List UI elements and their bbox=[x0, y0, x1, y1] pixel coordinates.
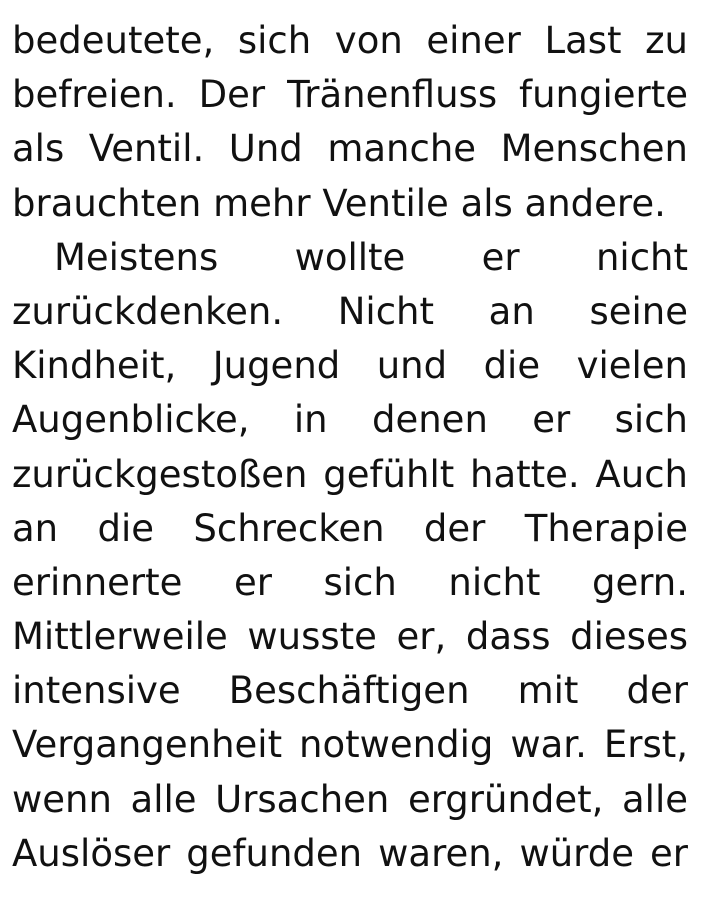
text-line: Augenblicke, in denen er sich bbox=[12, 398, 688, 442]
text-line: wenn alle Ursachen ergründet, alle bbox=[12, 777, 688, 821]
reading-page: bedeutete, sich von einer Last zu befrei… bbox=[12, 14, 688, 881]
paragraph-2: Meistens wollte er nicht zurückdenken. N… bbox=[12, 231, 688, 881]
text-line: an die Schrecken der Therapie bbox=[12, 506, 688, 550]
text-line: Mittlerweile wusste er, dass dieses bbox=[12, 615, 688, 659]
text-line: befreien. Der Tränenfluss fungierte bbox=[12, 73, 688, 117]
text-line: Meistens wollte er nicht bbox=[54, 235, 688, 279]
text-line: zurückdenken. Nicht an seine bbox=[12, 289, 688, 333]
text-line: als Ventil. Und manche Menschen bbox=[12, 127, 688, 171]
text-line: Kindheit, Jugend und die vielen bbox=[12, 344, 688, 388]
text-line: Vergangenheit notwendig war. Erst, bbox=[12, 723, 688, 767]
text-line: bedeutete, sich von einer Last zu bbox=[12, 19, 688, 62]
text-line: erinnerte er sich nicht gern. bbox=[12, 560, 688, 604]
text-line: intensive Beschäftigen mit der bbox=[12, 669, 688, 713]
text-line: brauchten mehr Ventile als andere. bbox=[12, 181, 666, 225]
paragraph-1: bedeutete, sich von einer Last zu befrei… bbox=[12, 14, 688, 231]
text-line: Auslöser gefunden waren, würde er bbox=[12, 831, 688, 875]
text-line: zurückgestoßen gefühlt hatte. Auch bbox=[12, 452, 688, 496]
